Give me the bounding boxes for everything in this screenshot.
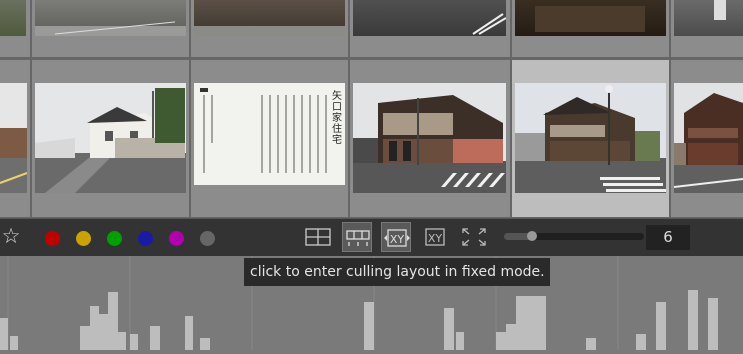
star-icon[interactable]: ☆ bbox=[0, 225, 22, 247]
lighttable-grid: 矢口家住宅 bbox=[0, 0, 743, 219]
thumbnail-image[interactable]: 矢口家住宅 bbox=[194, 83, 345, 185]
zoom-slider-handle[interactable] bbox=[527, 231, 537, 241]
thumbnail-image[interactable] bbox=[515, 0, 666, 36]
thumbnail-cell-selected[interactable] bbox=[512, 60, 669, 217]
thumbnail-image[interactable] bbox=[515, 83, 666, 193]
thumbnail-cell[interactable] bbox=[671, 60, 743, 217]
thumbnail-cell[interactable] bbox=[32, 0, 189, 57]
thumbnail-image[interactable] bbox=[353, 83, 506, 193]
zoom-slider[interactable] bbox=[504, 233, 644, 240]
tooltip: click to enter culling layout in fixed m… bbox=[244, 258, 550, 286]
culling-fixed-icon: XY bbox=[384, 229, 410, 247]
color-label-red-button[interactable] bbox=[45, 231, 60, 246]
thumbnail-cell[interactable] bbox=[350, 0, 510, 57]
svg-text:XY: XY bbox=[428, 232, 443, 245]
thumbnail-cell[interactable] bbox=[350, 60, 510, 217]
thumbnail-cell[interactable] bbox=[191, 0, 348, 57]
thumbnail-image[interactable] bbox=[353, 0, 506, 36]
thumbnail-cell[interactable] bbox=[0, 60, 30, 217]
thumbnail-image[interactable] bbox=[674, 0, 743, 36]
fullscreen-icon bbox=[462, 228, 486, 246]
zoomable-lighttable-layout-button[interactable] bbox=[342, 222, 372, 252]
culling-dynamic-icon: XY bbox=[425, 228, 445, 246]
thumbnail-image[interactable] bbox=[674, 83, 743, 193]
preview-layout-button[interactable] bbox=[459, 222, 489, 252]
thumbnail-image[interactable] bbox=[0, 83, 27, 193]
thumbnail-image[interactable] bbox=[0, 0, 26, 36]
file-manager-layout-button[interactable] bbox=[303, 222, 333, 252]
color-label-yellow-button[interactable] bbox=[76, 231, 91, 246]
thumbnail-image[interactable] bbox=[35, 0, 186, 36]
color-label-green-button[interactable] bbox=[107, 231, 122, 246]
thumbnail-cell[interactable] bbox=[512, 0, 669, 57]
svg-text:XY: XY bbox=[390, 233, 405, 246]
culling-fixed-layout-button[interactable]: XY bbox=[381, 222, 411, 252]
zoom-count-field[interactable]: 6 bbox=[646, 225, 690, 250]
culling-dynamic-layout-button[interactable]: XY bbox=[420, 222, 450, 252]
document-heading: 矢口家住宅 bbox=[332, 91, 342, 146]
color-label-gray-button[interactable] bbox=[200, 231, 215, 246]
grid-icon bbox=[305, 228, 331, 246]
thumbnail-cell[interactable] bbox=[0, 0, 30, 57]
thumbnail-image[interactable] bbox=[35, 83, 186, 193]
color-label-blue-button[interactable] bbox=[138, 231, 153, 246]
color-label-magenta-button[interactable] bbox=[169, 231, 184, 246]
thumbnail-image[interactable] bbox=[194, 0, 345, 36]
thumbnail-cell[interactable] bbox=[671, 0, 743, 57]
thumbnail-cell[interactable] bbox=[32, 60, 189, 217]
lighttable-icon bbox=[346, 230, 370, 246]
thumbnail-cell[interactable]: 矢口家住宅 bbox=[191, 60, 348, 217]
